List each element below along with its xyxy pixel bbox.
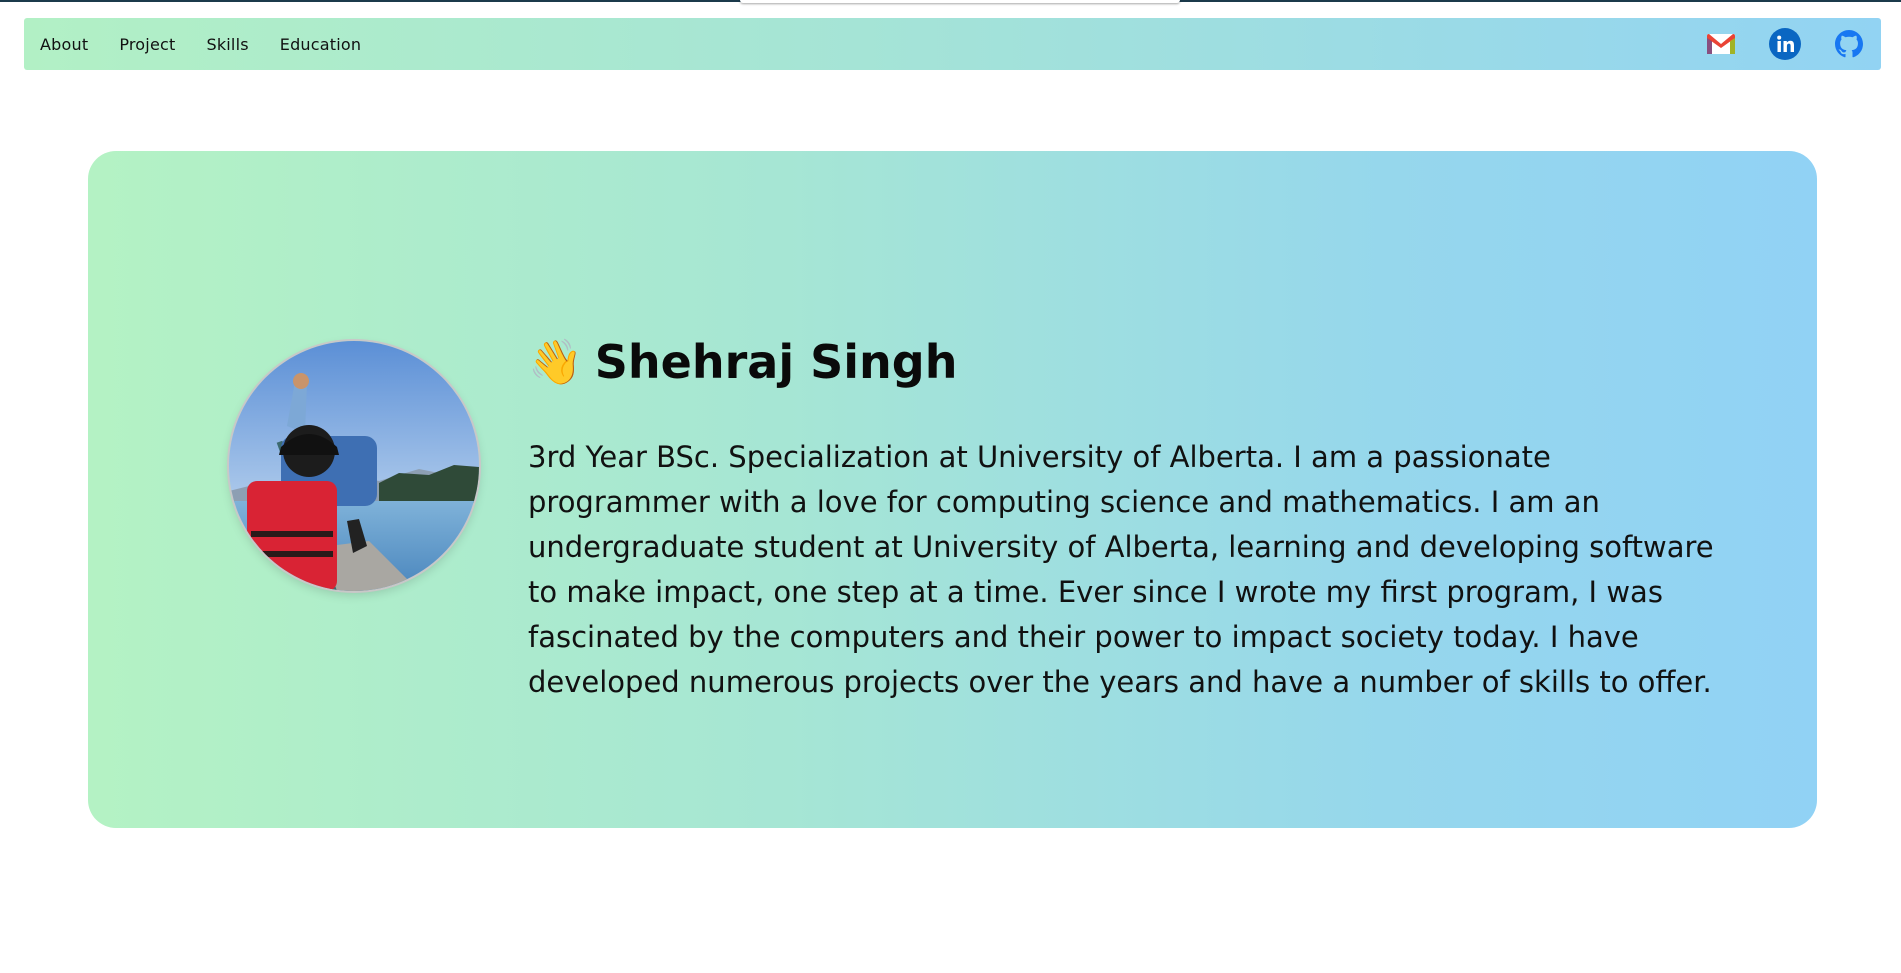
nav-link-about[interactable]: About: [40, 35, 88, 54]
navbar: About Project Skills Education: [24, 18, 1881, 70]
nav-link-project[interactable]: Project: [119, 35, 175, 54]
profile-avatar: [229, 341, 479, 591]
github-icon[interactable]: [1833, 28, 1865, 60]
wave-emoji: 👋: [528, 337, 583, 388]
hero-title: 👋 Shehraj Singh: [528, 330, 957, 394]
top-tab-indicator: [740, 0, 1180, 3]
nav-links: About Project Skills Education: [40, 18, 361, 70]
nav-link-education[interactable]: Education: [280, 35, 361, 54]
gmail-icon[interactable]: [1705, 28, 1737, 60]
hero-name: Shehraj Singh: [594, 335, 958, 389]
nav-link-skills[interactable]: Skills: [206, 35, 248, 54]
linkedin-icon[interactable]: [1769, 28, 1801, 60]
hero-bio: 3rd Year BSc. Specialization at Universi…: [528, 440, 1714, 699]
social-icons: [1705, 18, 1865, 70]
